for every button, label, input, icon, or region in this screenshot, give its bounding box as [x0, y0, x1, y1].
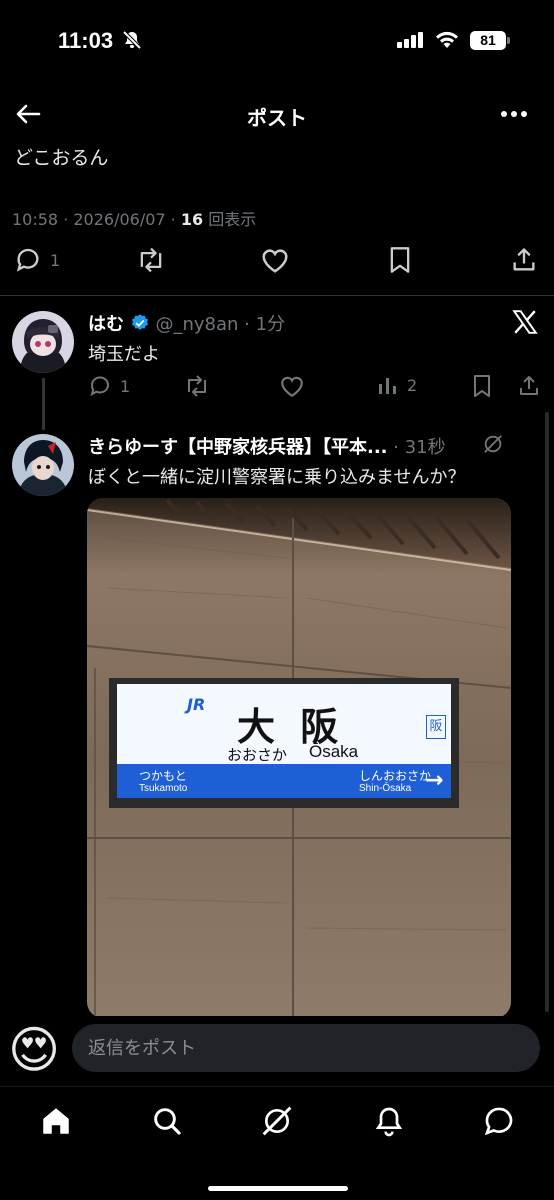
header: ポスト	[0, 90, 554, 140]
reply-button[interactable]: 1	[14, 246, 60, 274]
tab-search[interactable]	[147, 1101, 187, 1141]
sign-next-arrow: →	[425, 768, 444, 793]
reply-bar: 😍	[0, 1016, 554, 1082]
views-count: 16	[180, 210, 204, 229]
home-icon	[43, 1108, 69, 1134]
scrollbar[interactable]	[545, 412, 549, 1012]
sign-station-romaji: Ōsaka	[309, 742, 359, 761]
repost-button[interactable]	[135, 246, 167, 274]
reply-text: 埼玉だよ	[88, 344, 160, 365]
like-icon	[281, 376, 303, 398]
more-icon[interactable]	[500, 104, 528, 124]
sign-prev-romaji: Tsukamoto	[139, 783, 188, 794]
divider	[0, 295, 554, 296]
emoji-button[interactable]: 😍	[8, 1020, 60, 1080]
sign-next-romaji: Shin-Ōsaka	[359, 783, 412, 794]
share-button[interactable]	[510, 246, 538, 274]
author-handle: · 31秒	[393, 437, 446, 458]
view-count: 2	[407, 375, 418, 395]
views-button[interactable]: 2	[377, 374, 417, 396]
battery-tip	[507, 37, 510, 44]
tab-notifications[interactable]	[369, 1101, 409, 1141]
share-icon	[520, 376, 538, 395]
reply-text: ぼくと一緒に淀川警察署に乗り込みませんか？	[88, 467, 466, 488]
author-name: きらゆーす【中野家核兵器】【平本...	[88, 437, 388, 458]
bell-icon	[375, 1107, 403, 1137]
tab-messages[interactable]	[479, 1101, 519, 1141]
sign-side-kanji: 阪	[426, 715, 446, 739]
repost-icon	[188, 375, 206, 397]
home-indicator	[208, 1186, 348, 1191]
status-time: 11:03	[58, 28, 114, 53]
author-handle: @_ny8an · 1分	[155, 314, 286, 335]
grok-icon[interactable]	[482, 433, 504, 455]
post-meta: 10:58 · 2026/06/07 · 16 回表示	[12, 206, 256, 230]
reply-count: 1	[120, 376, 131, 396]
like-icon	[262, 249, 288, 273]
signal-icon	[397, 32, 423, 48]
post-timestamp: 10:58 · 2026/06/07 ·	[12, 210, 181, 229]
messages-icon	[484, 1107, 513, 1136]
mute-icon	[122, 30, 142, 50]
repost-icon	[140, 247, 162, 273]
post-text: どこおるん	[14, 147, 109, 169]
verified-icon	[131, 314, 148, 330]
reply-author[interactable]: きらゆーす【中野家核兵器】【平本... · 31秒	[88, 433, 446, 459]
wifi-icon	[436, 31, 458, 48]
avatar[interactable]	[12, 434, 74, 496]
sign-next-kana: しんおおさか	[359, 769, 432, 783]
views-label: 回表示	[203, 210, 257, 229]
tab-bar	[0, 1086, 554, 1200]
like-button[interactable]	[279, 374, 305, 398]
post-actions: 1	[0, 246, 554, 286]
grok-tab-icon	[262, 1106, 292, 1136]
bookmark-icon	[474, 375, 490, 397]
like-button[interactable]	[260, 246, 290, 274]
sign-station-kana: おおさか	[227, 746, 288, 764]
avatar[interactable]	[12, 311, 74, 373]
sign-logo: JR	[187, 695, 206, 714]
author-name: はむ	[88, 314, 124, 335]
page-title: ポスト	[247, 106, 307, 130]
views-icon	[379, 378, 396, 394]
reply-icon	[90, 376, 109, 396]
tab-grok[interactable]	[257, 1101, 297, 1141]
bookmark-icon	[390, 247, 410, 273]
x-logo-icon[interactable]	[512, 309, 538, 335]
tab-home[interactable]	[36, 1101, 76, 1141]
battery-indicator: 81	[470, 31, 506, 50]
reply-button[interactable]: 1	[88, 374, 130, 398]
reply-input[interactable]	[72, 1024, 540, 1072]
search-icon	[154, 1108, 181, 1135]
reply-icon	[16, 248, 39, 272]
sign-prev-kana: つかもと	[139, 769, 187, 783]
reply-author[interactable]: はむ @_ny8an · 1分	[88, 310, 285, 336]
repost-button[interactable]	[183, 374, 211, 398]
post-image[interactable]: JR 大 阪 阪 おおさか Ōsaka つかもと Tsukamoto しんおおさ…	[87, 498, 511, 1018]
bookmark-button[interactable]	[472, 374, 492, 398]
bookmark-button[interactable]	[387, 246, 413, 274]
reply-count: 1	[50, 250, 61, 270]
reply-actions: 1 2	[0, 374, 554, 404]
status-bar: 11:03 81	[0, 0, 554, 80]
share-icon	[513, 248, 535, 271]
share-button[interactable]	[517, 374, 541, 398]
